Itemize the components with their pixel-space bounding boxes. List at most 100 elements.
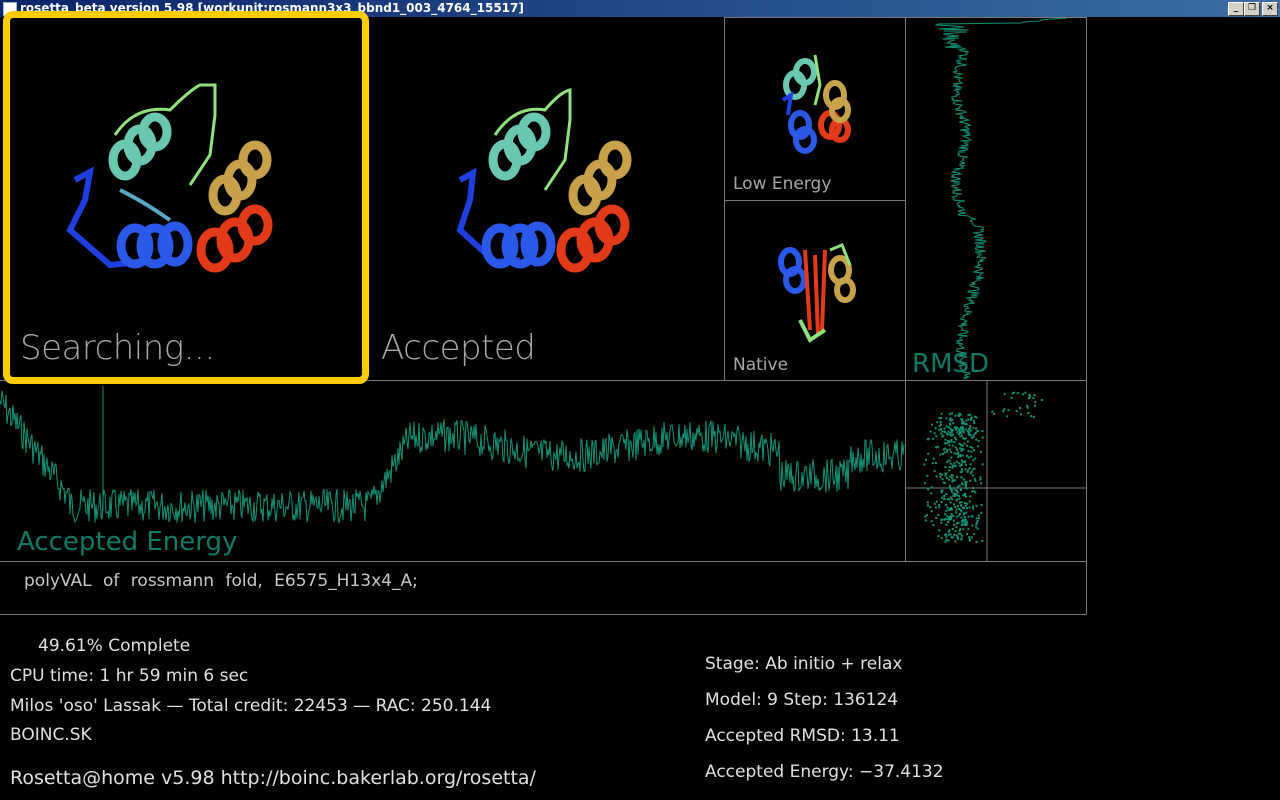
scatter-point	[968, 428, 971, 431]
scatter-point	[953, 441, 956, 443]
scatter-point	[944, 451, 946, 454]
scatter-point	[956, 431, 959, 434]
scatter-point	[959, 454, 962, 457]
scatter-point	[954, 446, 957, 449]
scatter-point	[974, 491, 977, 494]
scatter-point	[975, 522, 978, 525]
scatter-point	[955, 534, 958, 537]
scatter-point	[961, 420, 964, 423]
scatter-point	[970, 429, 973, 432]
scatter-point	[943, 430, 946, 433]
scatter-point	[934, 427, 937, 430]
scatter-point	[938, 506, 941, 509]
scatter-point	[952, 519, 955, 522]
scatter-point	[948, 466, 951, 468]
scatter-point	[972, 487, 974, 490]
scatter-point	[940, 537, 943, 540]
scatter-point	[947, 440, 950, 443]
scatter-point	[969, 446, 972, 448]
scatter-point	[955, 526, 958, 528]
scatter-point	[964, 423, 967, 425]
scatter-point	[950, 490, 953, 493]
scatter-point	[942, 481, 945, 484]
scatter-point	[970, 418, 973, 421]
scatter-point	[930, 520, 933, 523]
scatter-point	[967, 456, 970, 459]
scatter-point	[1040, 399, 1043, 401]
scatter-point	[949, 427, 952, 430]
scatter-point	[975, 540, 978, 543]
scatter-point	[953, 495, 956, 498]
scatter-point	[969, 495, 972, 498]
scatter-point	[935, 475, 938, 478]
rmsd-label: RMSD	[912, 349, 990, 379]
scatter-point	[930, 492, 933, 495]
scatter-point	[976, 520, 979, 522]
team-name: BOINC.SK	[10, 725, 92, 745]
scatter-point	[1016, 392, 1019, 395]
scatter-point	[951, 412, 954, 415]
scatter-point	[950, 456, 953, 459]
scatter-point	[977, 440, 980, 442]
scatter-point	[953, 462, 956, 465]
scatter-point	[971, 505, 974, 508]
scatter-point	[957, 521, 960, 524]
scatter-point	[950, 451, 953, 454]
scatter-point	[953, 452, 956, 455]
scatter-point	[955, 489, 958, 492]
scatter-point	[965, 487, 968, 490]
scatter-point	[974, 432, 977, 435]
workunit-caption: polyVAL of rossmann fold, E6575_H13x4_A;	[24, 571, 418, 591]
scatter-point	[941, 452, 944, 455]
scatter-point	[955, 499, 958, 502]
scatter-point	[967, 527, 970, 530]
scatter-point	[949, 496, 952, 499]
scatter-point	[961, 482, 963, 485]
scatter-point	[938, 529, 941, 532]
scatter-point	[955, 508, 958, 511]
scatter-point	[977, 514, 980, 517]
scatter-point	[971, 490, 974, 493]
scatter-point	[966, 507, 968, 510]
scatter-point	[963, 460, 966, 463]
scatter-point	[940, 473, 943, 476]
scatter-point	[940, 412, 943, 415]
scatter-point	[952, 474, 954, 477]
scatter-point	[971, 436, 973, 439]
scatter-point	[945, 477, 948, 480]
scatter-point	[958, 497, 961, 500]
scatter-point	[959, 512, 961, 515]
scatter-point	[960, 524, 963, 527]
scatter-point	[948, 498, 951, 501]
scatter-point	[940, 432, 943, 435]
scatter-point	[953, 523, 955, 526]
scatter-point	[942, 448, 945, 451]
scatter-point	[943, 427, 946, 430]
scatter-point	[935, 500, 938, 503]
scatter-point	[926, 504, 929, 507]
scatter-point	[959, 532, 962, 535]
scatter-point	[944, 442, 947, 445]
scatter-point	[940, 521, 943, 524]
scatter-point	[954, 414, 957, 417]
scatter-point	[938, 428, 941, 431]
scatter-point	[926, 501, 929, 504]
scatter-point	[939, 453, 942, 456]
scatter-point	[970, 416, 973, 419]
scatter-point	[938, 424, 941, 427]
scatter-point	[959, 431, 962, 434]
scatter-point	[972, 459, 975, 462]
scatter-point	[971, 515, 974, 518]
scatter-point	[950, 419, 952, 422]
scatter-point	[957, 429, 960, 432]
scatter-point	[967, 433, 970, 436]
scatter-point	[979, 478, 982, 481]
scatter-point	[964, 504, 967, 507]
scatter-point	[975, 525, 978, 528]
scatter-point	[953, 503, 956, 506]
scatter-point	[1011, 392, 1014, 395]
scatter-point	[954, 493, 957, 495]
scatter-point	[939, 420, 942, 423]
scatter-point	[955, 511, 958, 514]
scatter-point	[931, 462, 934, 465]
